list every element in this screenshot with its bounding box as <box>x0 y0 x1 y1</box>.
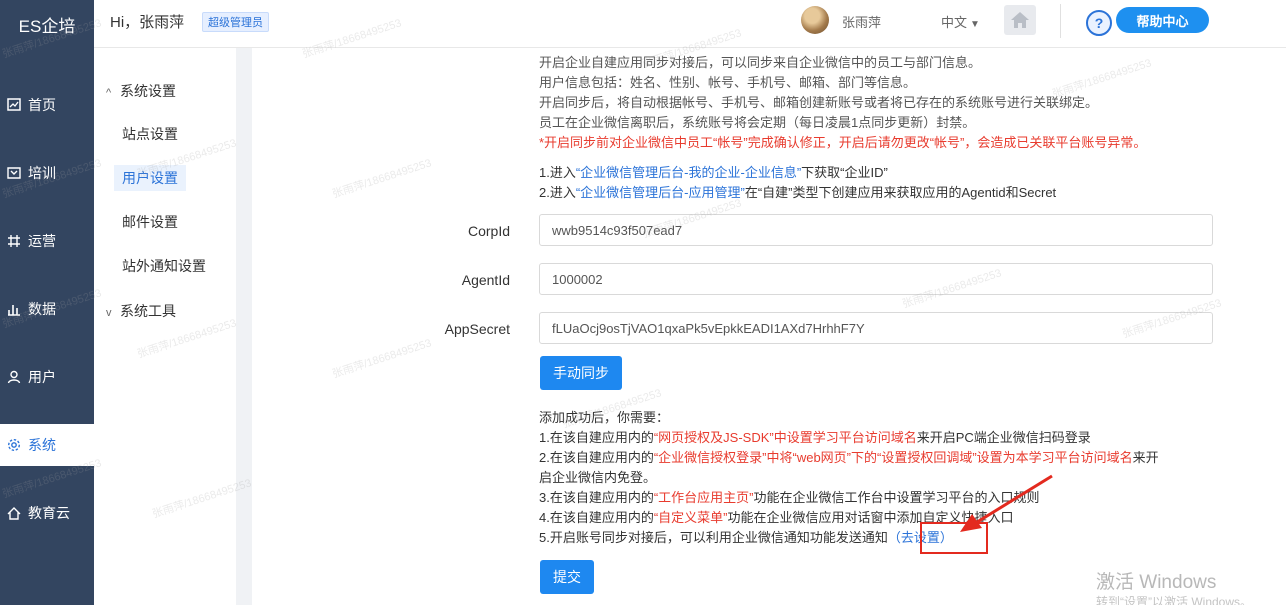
top-header: Hi，张雨萍 超级管理员 张雨萍 中文 ▼ ? 帮助中心 <box>94 0 1286 48</box>
item-highlight: “自定义菜单” <box>653 510 728 525</box>
subnav-group-label: 系统工具 <box>120 303 176 319</box>
item-text: 4.在该自建应用内的 <box>539 510 654 525</box>
chevron-down-icon: v <box>106 307 112 319</box>
nav-label: 教育云 <box>28 505 70 521</box>
help-center-button[interactable]: 帮助中心 <box>1116 7 1209 33</box>
nav-label: 首页 <box>28 97 56 113</box>
corpid-input[interactable]: wwb9514c93f507ead7 <box>539 214 1213 246</box>
cloud-icon <box>6 505 22 521</box>
agentid-input[interactable]: 1000002 <box>539 263 1213 295</box>
item-highlight: “工作台应用主页” <box>653 490 754 505</box>
nav-item-system[interactable]: 系统 <box>0 424 94 466</box>
agentid-label: AgentId <box>461 272 510 288</box>
after-item-1: 1.在该自建应用内的“网页授权及JS-SDK”中设置学习平台访问域名来开启PC端… <box>539 427 1091 446</box>
nav-label: 用户 <box>28 369 56 385</box>
home-icon <box>1011 12 1029 28</box>
language-selector[interactable]: 中文 ▼ <box>941 12 980 31</box>
subnav-item-mail-settings[interactable]: 邮件设置 <box>114 209 186 235</box>
step-2: 2.进入“企业微信管理后台-应用管理”在“自建”类型下创建应用来获取应用的Age… <box>539 182 1056 201</box>
appsecret-input[interactable]: fLUaOcj9osTjVAO1qxaPk5vEpkkEADI1AXd7Hrhh… <box>539 312 1213 344</box>
item-text: 3.在该自建应用内的 <box>539 490 654 505</box>
nav-item-data[interactable]: 数据 <box>0 288 94 330</box>
item-text: 来开 <box>1132 450 1159 465</box>
item-text: 5.开启账号同步对接后，可以利用企业微信通知功能发送通知 <box>539 530 888 545</box>
submit-button[interactable]: 提交 <box>540 560 594 594</box>
item-text: 来开启PC端企业微信扫码登录 <box>916 430 1091 445</box>
item-text: 2.在该自建应用内的 <box>539 450 654 465</box>
user-icon <box>6 369 22 385</box>
role-badge: 超级管理员 <box>202 12 269 32</box>
app-logo[interactable]: ES企培 <box>0 0 94 48</box>
step-text: 2.进入 <box>539 185 576 200</box>
intro-line: 员工在企业微信离职后，系统账号将会定期（每日凌晨1点同步更新）封禁。 <box>539 115 976 130</box>
nav-label: 培训 <box>28 165 56 181</box>
home-button[interactable] <box>1004 5 1036 35</box>
appsecret-label: AppSecret <box>444 321 510 337</box>
subnav-group-label: 系统设置 <box>120 83 176 99</box>
main-nav: 首页 培训 运营 数据 用户 系统 教育云 <box>0 48 94 605</box>
after-item-2: 2.在该自建应用内的“企业微信授权登录”中将“web网页”下的“设置授权回调域”… <box>539 447 1159 466</box>
step-link[interactable]: “企业微信管理后台-应用管理” <box>576 185 745 200</box>
subnav-item-user-settings[interactable]: 用户设置 <box>114 165 186 191</box>
subnav-item-site-settings[interactable]: 站点设置 <box>114 121 186 147</box>
greeting: Hi，张雨萍 <box>110 14 185 31</box>
question-icon[interactable]: ? <box>1086 10 1112 36</box>
item-highlight: “企业微信授权登录”中将“web网页”下的“设置授权回调域”设置为本学习平台访问… <box>653 450 1133 465</box>
annotation-arrow-icon <box>960 474 1053 532</box>
dashboard-icon <box>6 97 22 113</box>
intro-line: 开启同步后，将自动根据帐号、手机号、邮箱创建新账号或者将已存在的系统账号进行关联… <box>539 95 1099 110</box>
content-gutter <box>236 48 252 605</box>
nav-label: 数据 <box>28 301 56 317</box>
after-item-5: 5.开启账号同步对接后，可以利用企业微信通知功能发送通知（去设置） <box>539 527 953 546</box>
intro-line: 开启企业自建应用同步对接后，可以同步来自企业微信中的员工与部门信息。 <box>539 55 982 70</box>
nav-item-operation[interactable]: 运营 <box>0 220 94 262</box>
chevron-up-icon: ^ <box>106 87 112 99</box>
avatar[interactable] <box>801 6 829 34</box>
sync-warning: *开启同步前对企业微信中员工“帐号”完成确认修正，开启后请勿更改“帐号”，会造成… <box>539 135 1147 150</box>
item-highlight: “网页授权及JS-SDK”中设置学习平台访问域名 <box>653 430 917 445</box>
after-item-2-cont: 启企业微信内免登。 <box>539 470 657 485</box>
training-icon <box>6 165 22 181</box>
after-title: 添加成功后，你需要： <box>539 410 670 425</box>
intro-line: 用户信息包括：姓名、性别、帐号、手机号、邮箱、部门等信息。 <box>539 75 917 90</box>
subnav-item-external-notify[interactable]: 站外通知设置 <box>114 253 214 279</box>
nav-item-training[interactable]: 培训 <box>0 152 94 194</box>
step-link[interactable]: “企业微信管理后台-我的企业-企业信息” <box>576 165 801 180</box>
subnav-group-system-settings[interactable]: ^ 系统设置 <box>106 81 176 101</box>
item-text: 1.在该自建应用内的 <box>539 430 654 445</box>
subnav-group-system-tools[interactable]: v 系统工具 <box>106 301 176 321</box>
nav-item-home[interactable]: 首页 <box>0 84 94 126</box>
gear-icon <box>6 437 22 453</box>
main-content: 开启企业自建应用同步对接后，可以同步来自企业微信中的员工与部门信息。 用户信息包… <box>252 48 1286 605</box>
windows-activation-hint: 转到“设置”以激活 Windows。 <box>1096 595 1253 605</box>
chart-icon <box>6 301 22 317</box>
step-text: 在“自建”类型下创建应用来获取应用的Agentid和Secret <box>744 185 1057 200</box>
manual-sync-button[interactable]: 手动同步 <box>540 356 622 390</box>
username[interactable]: 张雨萍 <box>842 12 881 31</box>
corpid-label: CorpId <box>467 223 510 239</box>
nav-label: 系统 <box>28 437 56 453</box>
step-text: 1.进入 <box>539 165 576 180</box>
nav-label: 运营 <box>28 233 56 249</box>
windows-activation-title: 激活 Windows <box>1096 572 1217 593</box>
operation-icon <box>6 233 22 249</box>
nav-item-users[interactable]: 用户 <box>0 356 94 398</box>
language-label: 中文 <box>941 15 968 30</box>
sub-nav: ^ 系统设置 站点设置 用户设置 邮件设置 站外通知设置 v 系统工具 <box>94 48 236 605</box>
step-1: 1.进入“企业微信管理后台-我的企业-企业信息”下获取“企业ID” <box>539 162 888 181</box>
header-divider <box>1060 4 1061 38</box>
step-text: 下获取“企业ID” <box>801 165 888 180</box>
caret-down-icon: ▼ <box>970 19 980 30</box>
nav-item-edu-cloud[interactable]: 教育云 <box>0 492 94 534</box>
